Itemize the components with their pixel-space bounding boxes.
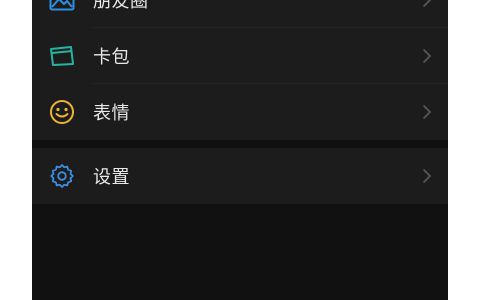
chevron-right-icon	[423, 169, 431, 183]
menu-item-settings[interactable]: 设置	[32, 148, 448, 204]
menu-item-label: 设置	[93, 167, 130, 188]
menu-item-label: 卡包	[93, 47, 130, 68]
smiley-face-icon	[48, 98, 76, 126]
menu-item-stickers[interactable]: 表情	[32, 84, 448, 140]
photo-album-icon	[48, 0, 76, 14]
menu-item-label: 表情	[93, 103, 130, 124]
chevron-right-icon	[423, 0, 431, 7]
menu-item-card-wallet[interactable]: 卡包	[32, 28, 448, 84]
card-wallet-icon	[48, 42, 76, 70]
chevron-right-icon	[423, 105, 431, 119]
menu-group-discover: 朋友圈 卡包 表情	[32, 0, 448, 140]
menu-group-settings: 设置	[32, 148, 448, 204]
group-spacer	[32, 140, 448, 148]
settings-gear-icon	[48, 162, 76, 190]
chevron-right-icon	[423, 49, 431, 63]
menu-item-moments[interactable]: 朋友圈	[32, 0, 448, 28]
settings-screen: 朋友圈 卡包 表情 设置	[32, 0, 448, 300]
menu-item-label: 朋友圈	[93, 0, 149, 12]
